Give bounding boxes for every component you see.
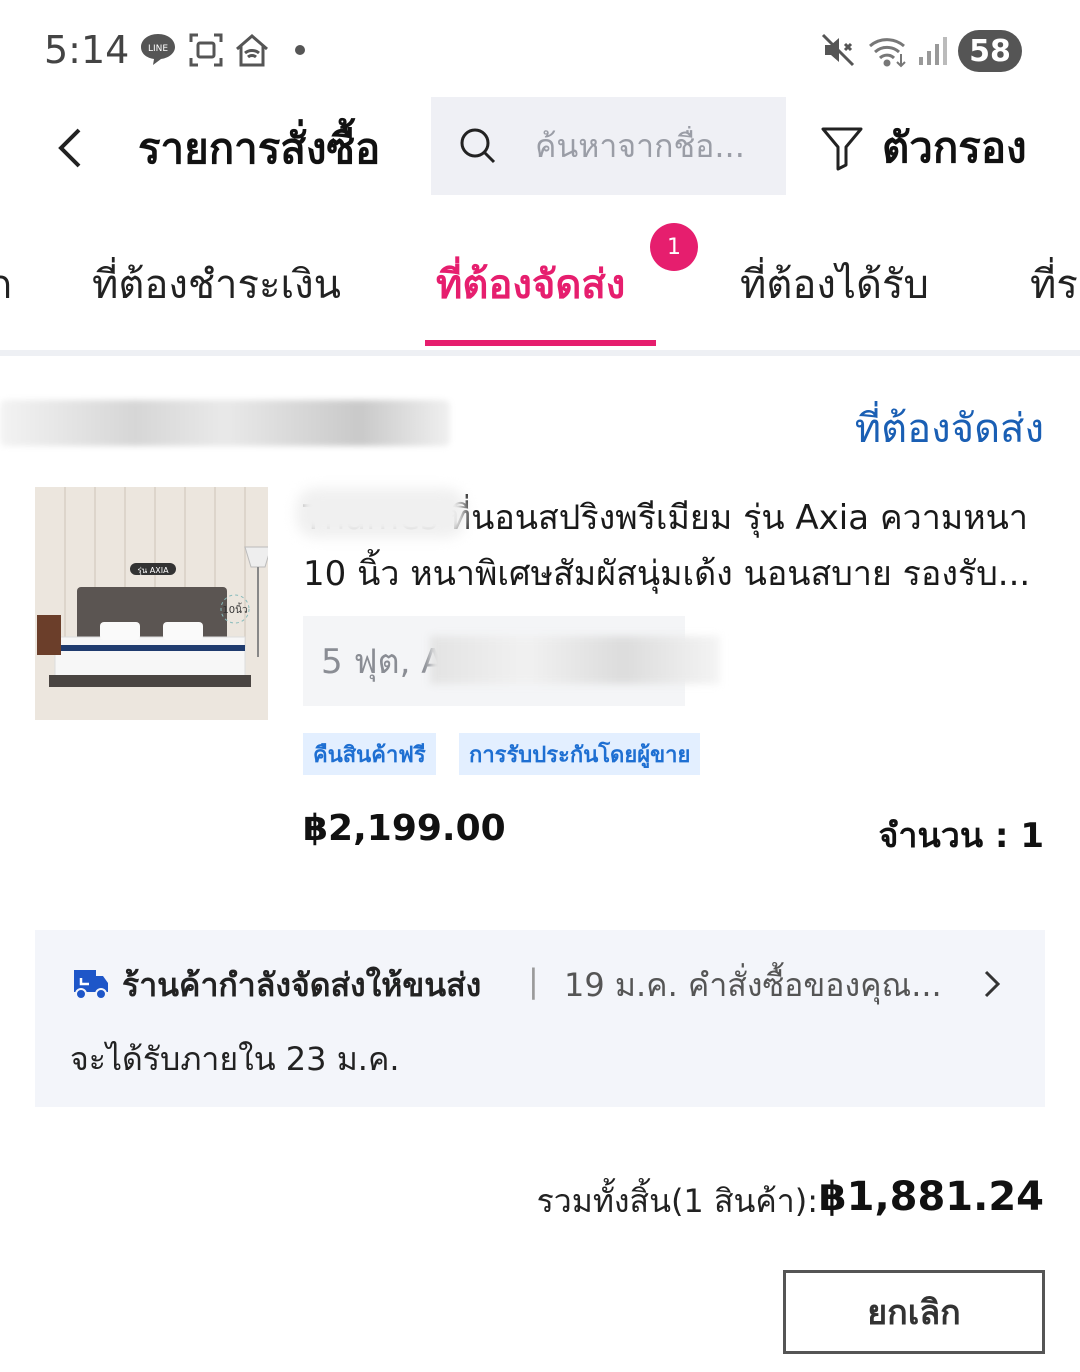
tab-to-ship-badge: 1 bbox=[650, 223, 698, 271]
variant-redacted bbox=[430, 636, 720, 684]
tab-to-ship[interactable]: ที่ต้องจัดส่ง bbox=[436, 252, 625, 316]
product-image[interactable]: รุ่น AXIA 10นิ้ว bbox=[35, 487, 268, 720]
filter-icon bbox=[821, 127, 863, 171]
tabs-divider bbox=[0, 350, 1080, 356]
mute-icon bbox=[818, 30, 858, 70]
active-tab-indicator bbox=[425, 340, 656, 346]
filter-button[interactable]: ตัวกรอง bbox=[820, 118, 1027, 178]
search-input[interactable] bbox=[533, 126, 777, 166]
page-title: รายการสั่งซื้อ bbox=[138, 124, 381, 173]
product-quantity: จำนวน : 1 bbox=[878, 816, 1044, 856]
product-price: ฿2,199.00 bbox=[303, 808, 506, 849]
tab-to-receive[interactable]: ที่ต้องได้รับ bbox=[740, 252, 929, 316]
line-icon-text: LINE bbox=[148, 44, 168, 54]
cancel-order-button[interactable]: ยกเลิก bbox=[783, 1270, 1045, 1354]
search-icon bbox=[459, 126, 499, 166]
order-total-label: รวมทั้งสิ้น(1 สินค้า): bbox=[536, 1182, 818, 1220]
order-total-value: ฿1,881.24 bbox=[818, 1174, 1044, 1220]
shop-name-redacted[interactable] bbox=[0, 400, 450, 446]
product-image-model-text: รุ่น AXIA bbox=[137, 566, 169, 575]
status-time: 5:14 bbox=[44, 28, 130, 72]
chevron-left-icon bbox=[58, 128, 81, 168]
seller-warranty-tag: การรับประกันโดยผู้ขาย bbox=[459, 733, 701, 775]
smart-home-icon bbox=[232, 30, 272, 70]
notification-dot-icon bbox=[290, 30, 310, 70]
order-status: ที่ต้องจัดส่ง bbox=[854, 406, 1044, 452]
delivery-eta: จะได้รับภายใน 23 ม.ค. bbox=[70, 1040, 400, 1078]
wifi-icon bbox=[866, 30, 912, 70]
back-button[interactable] bbox=[44, 118, 96, 178]
chevron-right-icon[interactable] bbox=[980, 966, 1004, 1002]
search-box[interactable] bbox=[431, 97, 786, 195]
signal-icon bbox=[916, 30, 950, 70]
product-image-thickness-text: 10นิ้ว bbox=[222, 602, 247, 616]
shipping-detail: 19 ม.ค. คำสั่งซื้อของคุณ... bbox=[564, 966, 942, 1004]
screenshot-icon bbox=[186, 30, 226, 70]
title-redacted bbox=[296, 488, 466, 538]
shipping-status: ร้านค้ากำลังจัดส่งให้ขนส่ง bbox=[122, 966, 482, 1004]
line-app-icon: LINE bbox=[138, 30, 178, 70]
tab-next-partial[interactable]: ที่ร bbox=[1030, 252, 1078, 316]
truck-icon bbox=[72, 962, 110, 1002]
tab-to-pay[interactable]: ที่ต้องชำระเงิน bbox=[92, 252, 341, 316]
tab-previous-partial[interactable]: ก bbox=[0, 252, 12, 316]
free-return-tag: คืนสินค้าฟรี bbox=[303, 733, 436, 775]
filter-label: ตัวกรอง bbox=[882, 123, 1027, 172]
shipping-separator: | bbox=[528, 962, 539, 1000]
battery-indicator: 58 bbox=[958, 30, 1022, 72]
